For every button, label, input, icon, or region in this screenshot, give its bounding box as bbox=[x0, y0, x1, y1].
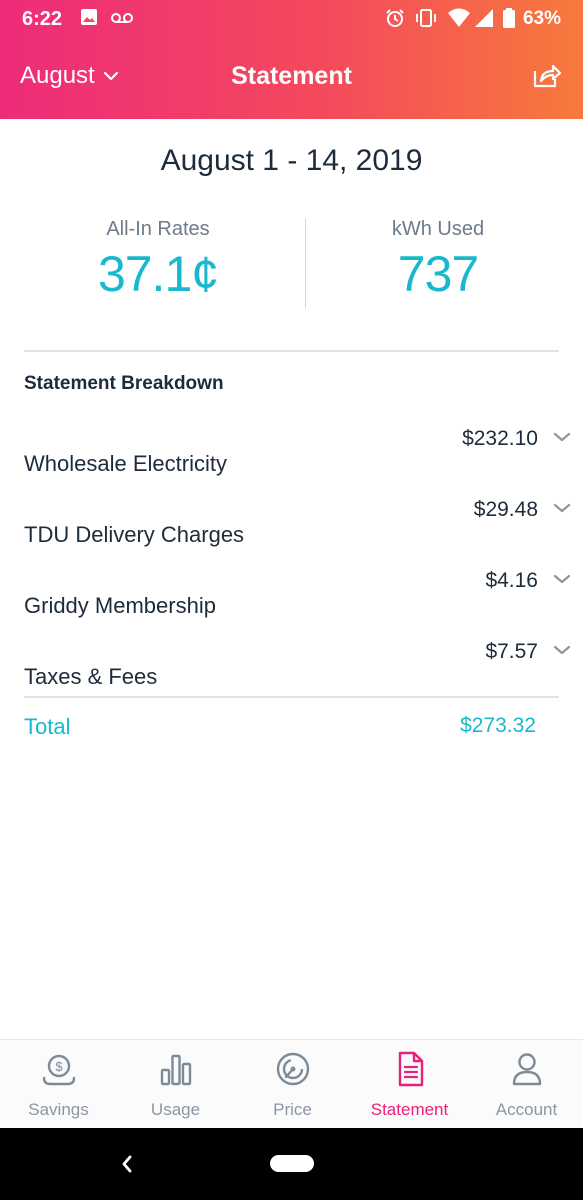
kwh-used-stat: kWh Used 737 bbox=[292, 218, 583, 303]
month-label: August bbox=[20, 62, 95, 89]
total-divider bbox=[24, 696, 559, 698]
total-label: Total bbox=[24, 714, 71, 739]
breakdown-row-label: Griddy Membership bbox=[24, 593, 216, 618]
account-icon bbox=[512, 1053, 542, 1086]
battery-percentage: 63% bbox=[522, 8, 561, 29]
vibrate-icon bbox=[416, 9, 436, 27]
breakdown-row-wholesale[interactable]: Wholesale Electricity $232.10 bbox=[24, 427, 576, 477]
breakdown-row-amount: $232.10 bbox=[462, 427, 538, 450]
statement-icon bbox=[398, 1051, 424, 1087]
all-in-rates-value: 37.1¢ bbox=[97, 246, 219, 302]
breakdown-row-label: Taxes & Fees bbox=[24, 664, 158, 689]
status-bar: 6:22 63% bbox=[0, 0, 583, 36]
chevron-down-icon[interactable] bbox=[552, 644, 572, 656]
chevron-down-icon[interactable] bbox=[552, 502, 572, 514]
nav-label: Savings bbox=[28, 1100, 89, 1119]
breakdown-row-amount: $7.57 bbox=[485, 640, 538, 663]
month-selector[interactable]: August bbox=[20, 62, 119, 90]
breakdown-row-membership[interactable]: Griddy Membership $4.16 bbox=[24, 569, 576, 619]
battery-icon bbox=[503, 8, 515, 28]
kwh-used-label: kWh Used bbox=[391, 218, 485, 240]
back-icon[interactable] bbox=[116, 1150, 136, 1178]
nav-item-savings[interactable]: $ Savings bbox=[0, 1040, 117, 1129]
price-icon bbox=[276, 1052, 310, 1086]
kwh-used-value: 737 bbox=[397, 246, 479, 302]
total-amount: $273.32 bbox=[460, 714, 536, 737]
all-in-rates-label: All-In Rates bbox=[106, 218, 210, 240]
nav-label: Statement bbox=[370, 1100, 449, 1119]
breakdown-row-amount: $4.16 bbox=[485, 569, 538, 592]
breakdown-title: Statement Breakdown bbox=[24, 373, 224, 394]
usage-icon bbox=[160, 1054, 192, 1086]
nav-item-usage[interactable]: Usage bbox=[117, 1040, 234, 1129]
bottom-navigation: $ Savings Usage Price Statement Account bbox=[0, 1039, 583, 1128]
statement-date-range: August 1 - 14, 2019 bbox=[160, 144, 423, 177]
image-notification-icon bbox=[81, 9, 97, 25]
nav-item-account[interactable]: Account bbox=[468, 1040, 583, 1129]
nav-label: Price bbox=[273, 1100, 312, 1119]
breakdown-row-tdu[interactable]: TDU Delivery Charges $29.48 bbox=[24, 498, 576, 548]
breakdown-row-label: Wholesale Electricity bbox=[24, 451, 227, 476]
nav-item-statement[interactable]: Statement bbox=[351, 1040, 468, 1129]
alarm-icon bbox=[386, 9, 404, 27]
home-button[interactable] bbox=[270, 1155, 314, 1172]
wifi-icon bbox=[448, 8, 470, 27]
breakdown-row-amount: $29.48 bbox=[473, 498, 538, 521]
app-bar: August Statement bbox=[0, 44, 583, 110]
status-time: 6:22 bbox=[22, 8, 63, 30]
app-header: 6:22 63% August Statement bbox=[0, 0, 583, 119]
divider bbox=[24, 350, 559, 352]
signal-icon bbox=[475, 9, 493, 27]
nav-item-price[interactable]: Price bbox=[234, 1040, 351, 1129]
chevron-down-icon[interactable] bbox=[552, 431, 572, 443]
system-navigation-bar bbox=[0, 1128, 583, 1200]
nav-label: Usage bbox=[150, 1100, 201, 1119]
savings-icon: $ bbox=[42, 1054, 76, 1086]
statement-summary: All-In Rates 37.1¢ kWh Used 737 bbox=[0, 218, 583, 310]
chevron-down-icon bbox=[103, 71, 118, 81]
voicemail-icon bbox=[111, 13, 133, 23]
chevron-down-icon[interactable] bbox=[552, 573, 572, 585]
breakdown-row-label: TDU Delivery Charges bbox=[24, 522, 245, 547]
breakdown-row-taxes[interactable]: Taxes & Fees $7.57 bbox=[24, 640, 576, 690]
nav-label: Account bbox=[495, 1100, 558, 1119]
all-in-rates-stat: All-In Rates 37.1¢ bbox=[12, 218, 304, 303]
svg-text:$: $ bbox=[55, 1059, 63, 1074]
share-icon[interactable] bbox=[533, 62, 561, 88]
